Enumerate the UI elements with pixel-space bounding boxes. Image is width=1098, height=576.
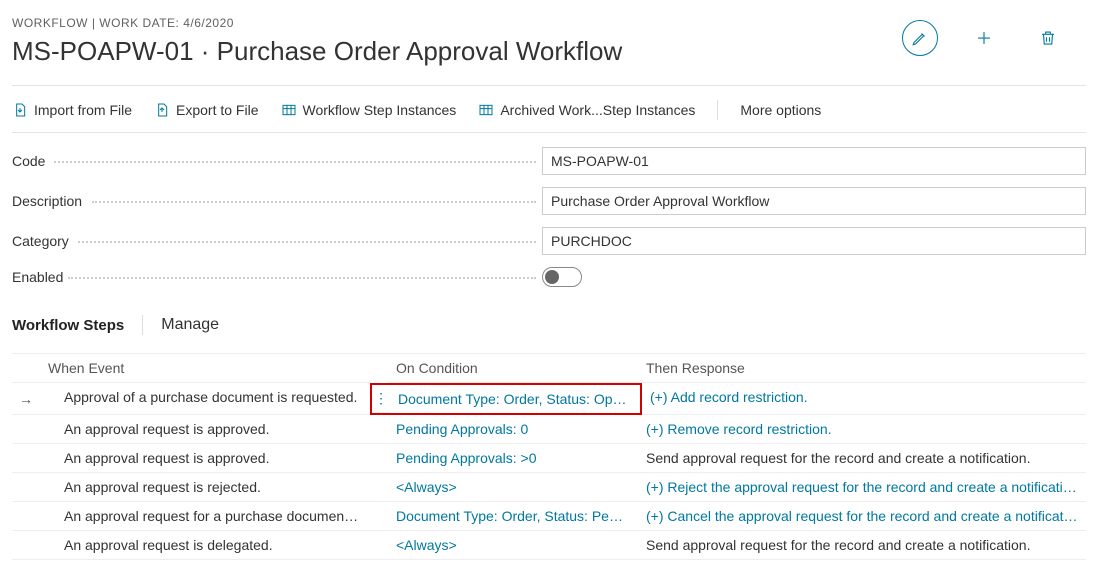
row-indicator [12, 444, 40, 473]
row-indicator [12, 473, 40, 502]
category-label: Category [12, 233, 542, 249]
cell-then-response[interactable]: (+) Cancel the approval request for the … [638, 502, 1086, 531]
table-icon [478, 102, 494, 118]
row-indicator [12, 531, 40, 560]
workflow-steps-grid: When Event On Condition Then Response →A… [12, 353, 1086, 560]
col-then-response[interactable]: Then Response [638, 354, 1086, 383]
cell-when-event[interactable]: An approval request is approved. [40, 415, 370, 444]
code-field[interactable] [542, 147, 1086, 175]
manage-button[interactable]: Manage [161, 316, 219, 334]
archived-label: Archived Work...Step Instances [500, 102, 695, 118]
row-indicator [12, 415, 40, 444]
row-menu-icon[interactable] [370, 502, 388, 531]
description-field[interactable] [542, 187, 1086, 215]
workflow-step-instances-button[interactable]: Workflow Step Instances [281, 102, 457, 118]
cell-on-condition[interactable]: Document Type: Order, Status: Pendin... [388, 502, 638, 531]
more-options-button[interactable]: More options [740, 102, 821, 118]
row-menu-icon[interactable] [370, 444, 388, 473]
enabled-label: Enabled [12, 269, 542, 285]
enabled-toggle[interactable] [542, 267, 582, 287]
divider [12, 132, 1086, 133]
cell-on-condition[interactable]: Pending Approvals: 0 [388, 415, 638, 444]
trash-icon [1039, 29, 1057, 47]
row-menu-icon[interactable]: ⋮ [372, 385, 390, 413]
separator [142, 315, 143, 335]
table-icon [281, 102, 297, 118]
file-import-icon [12, 102, 28, 118]
table-row[interactable]: →Approval of a purchase document is requ… [12, 383, 1086, 415]
cell-when-event[interactable]: An approval request is delegated. [40, 531, 370, 560]
cell-when-event[interactable]: An approval request for a purchase docum… [40, 502, 370, 531]
form: Code Description Category Enabled [12, 141, 1086, 293]
code-label: Code [12, 153, 542, 169]
row-indicator: → [12, 383, 40, 415]
description-label: Description [12, 193, 542, 209]
cell-on-condition[interactable]: <Always> [388, 473, 638, 502]
cell-when-event[interactable]: An approval request is approved. [40, 444, 370, 473]
table-row[interactable]: An approval request for a purchase docum… [12, 502, 1086, 531]
cell-on-condition[interactable]: Document Type: Order, Status: Open, ... [390, 385, 640, 413]
export-label: Export to File [176, 102, 258, 118]
edit-button[interactable] [902, 20, 938, 56]
section-title-workflow-steps: Workflow Steps [12, 317, 124, 334]
row-indicator [12, 502, 40, 531]
cell-then-response[interactable]: Send approval request for the record and… [638, 531, 1086, 560]
cell-then-response[interactable]: (+) Reject the approval request for the … [638, 473, 1086, 502]
separator [717, 100, 718, 120]
grid-header: When Event On Condition Then Response [12, 354, 1086, 383]
col-when-event[interactable]: When Event [40, 354, 370, 383]
page-title: MS-POAPW-01 · Purchase Order Approval Wo… [12, 36, 622, 67]
row-menu-icon[interactable] [370, 473, 388, 502]
category-field[interactable] [542, 227, 1086, 255]
divider [12, 85, 1086, 86]
import-label: Import from File [34, 102, 132, 118]
table-row[interactable]: An approval request is approved. Pending … [12, 444, 1086, 473]
col-on-condition[interactable]: On Condition [388, 354, 638, 383]
table-row[interactable]: An approval request is approved. Pending … [12, 415, 1086, 444]
delete-button[interactable] [1030, 20, 1066, 56]
table-row[interactable]: An approval request is delegated. <Always… [12, 531, 1086, 560]
cell-then-response[interactable]: (+) Remove record restriction. [638, 415, 1086, 444]
new-button[interactable] [966, 20, 1002, 56]
cell-on-condition[interactable]: <Always> [388, 531, 638, 560]
import-from-file-button[interactable]: Import from File [12, 102, 132, 118]
pencil-icon [911, 29, 929, 47]
row-menu-icon[interactable] [370, 415, 388, 444]
cell-on-condition[interactable]: Pending Approvals: >0 [388, 444, 638, 473]
cell-when-event[interactable]: Approval of a purchase document is reque… [40, 383, 370, 415]
plus-icon [975, 29, 993, 47]
file-export-icon [154, 102, 170, 118]
action-toolbar: Import from File Export to File Workflow… [12, 94, 1086, 132]
step-instances-label: Workflow Step Instances [303, 102, 457, 118]
export-to-file-button[interactable]: Export to File [154, 102, 258, 118]
row-menu-icon[interactable] [370, 531, 388, 560]
archived-step-instances-button[interactable]: Archived Work...Step Instances [478, 102, 695, 118]
table-row[interactable]: An approval request is rejected. <Always>… [12, 473, 1086, 502]
cell-then-response[interactable]: Send approval request for the record and… [638, 444, 1086, 473]
more-options-label: More options [740, 102, 821, 118]
cell-then-response[interactable]: (+) Add record restriction. [642, 383, 1086, 415]
breadcrumb: WORKFLOW | WORK DATE: 4/6/2020 [12, 16, 622, 30]
cell-when-event[interactable]: An approval request is rejected. [40, 473, 370, 502]
